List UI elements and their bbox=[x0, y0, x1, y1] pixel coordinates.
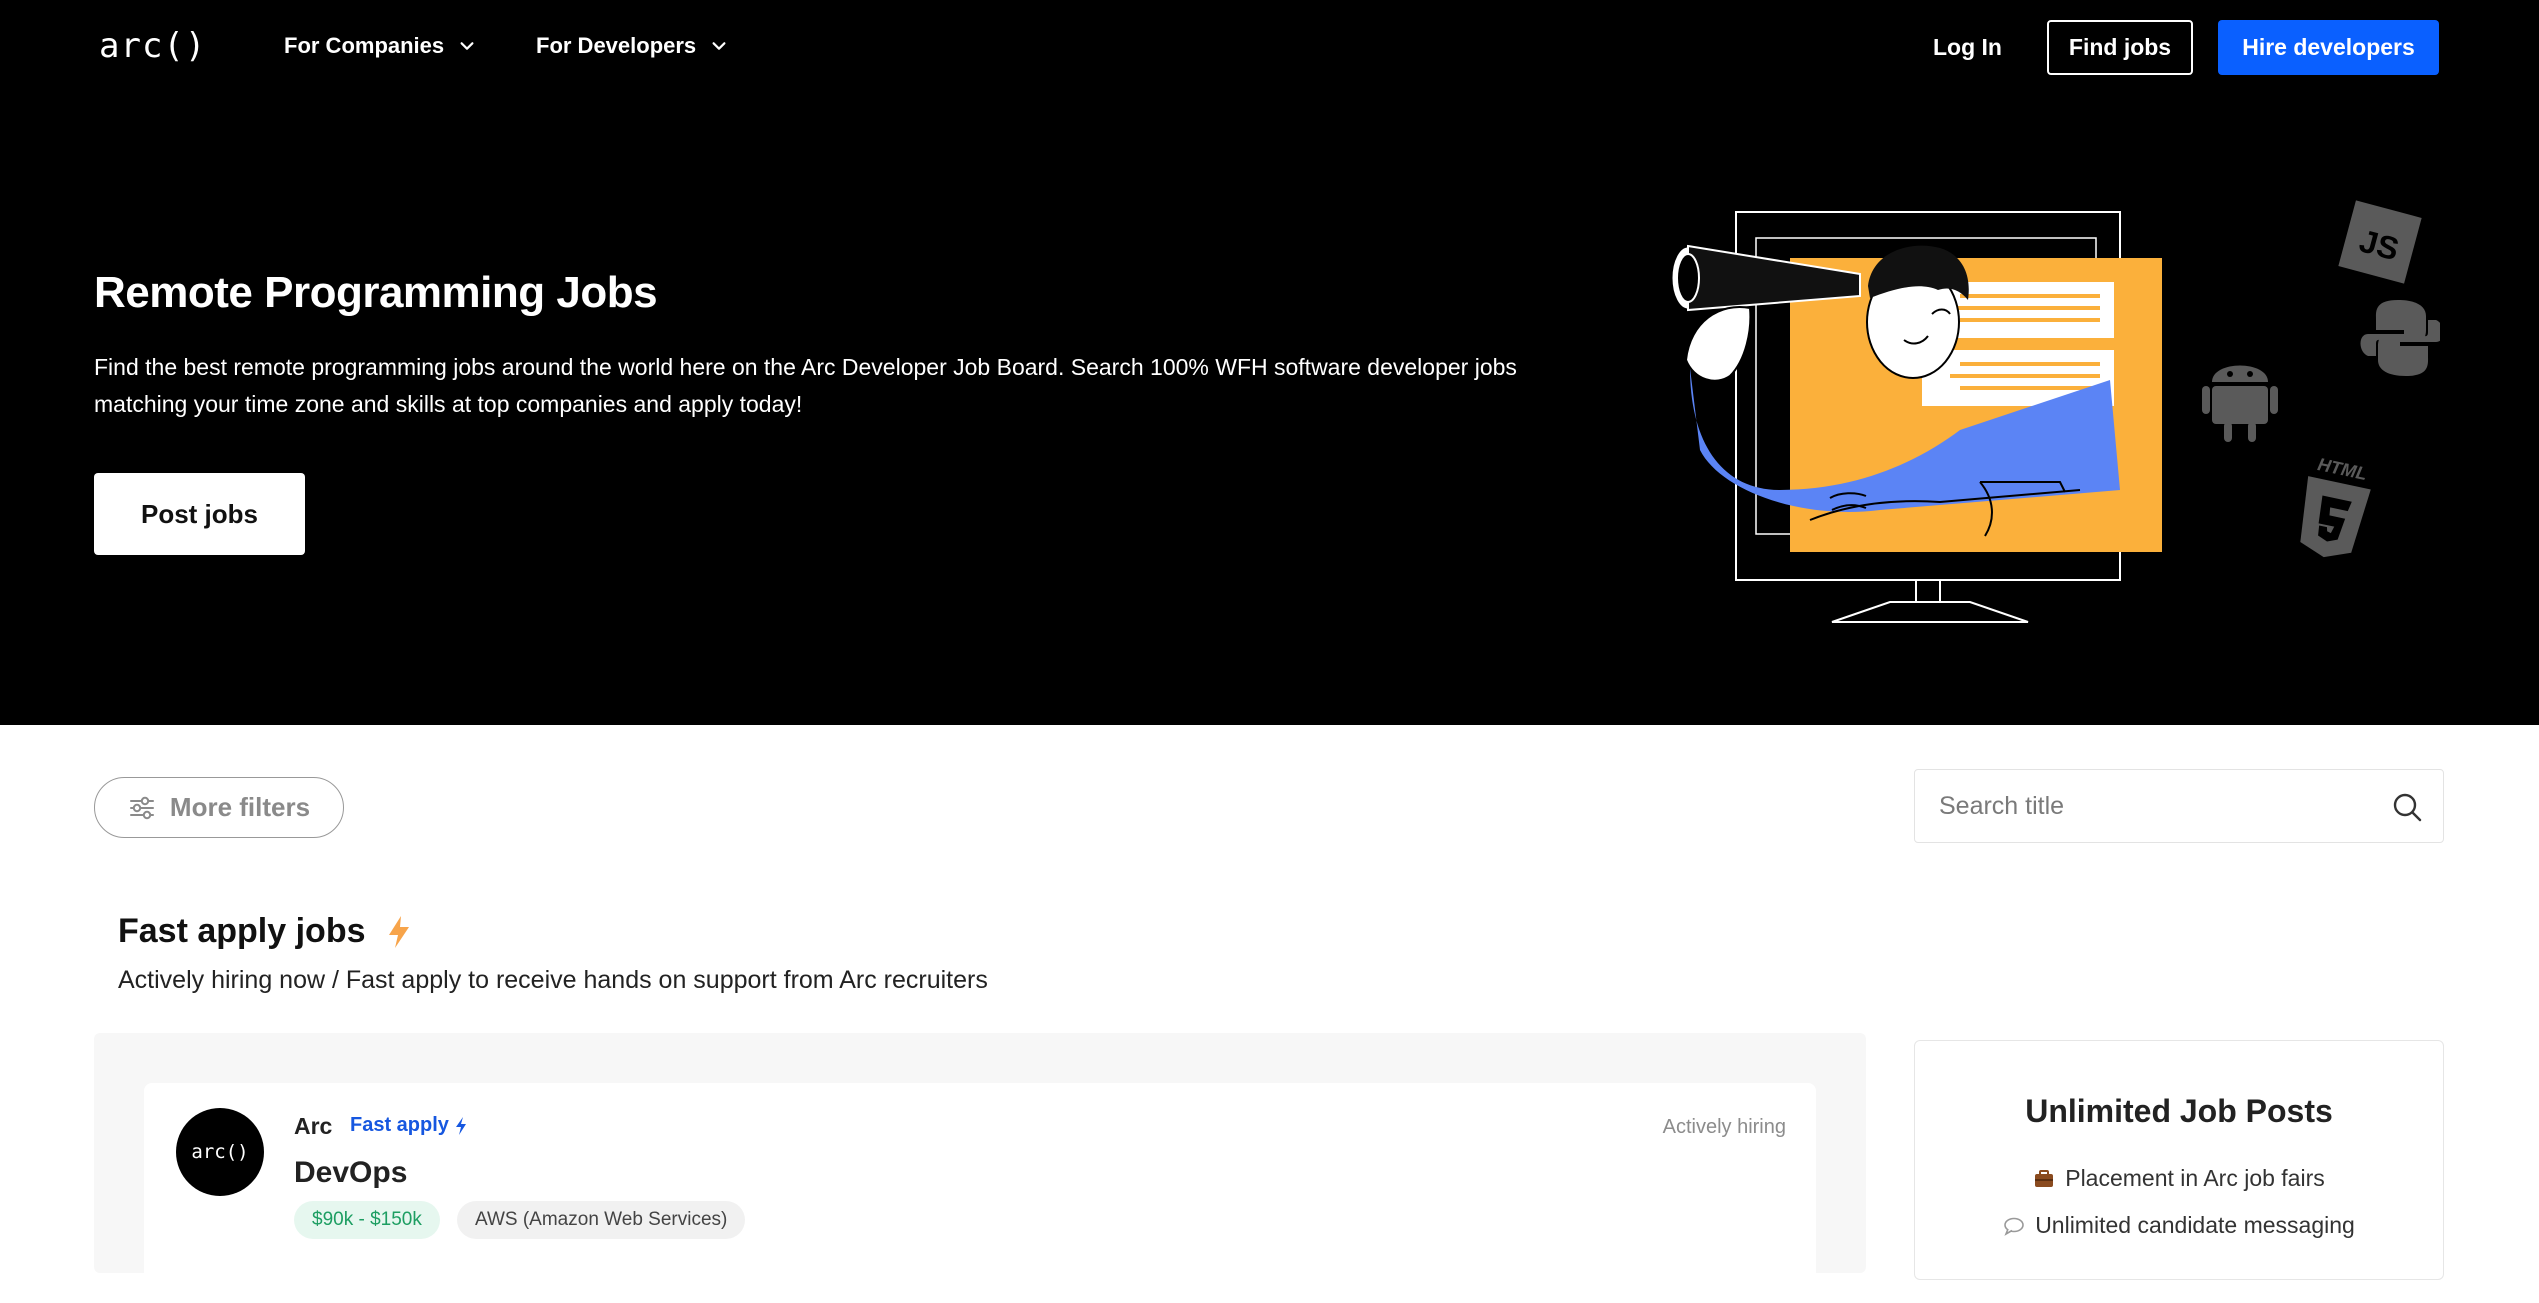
hero-section: arc() For Companies For Developers Log I… bbox=[0, 0, 2539, 725]
javascript-icon: JS bbox=[2338, 200, 2422, 284]
search-title-box bbox=[1914, 769, 2444, 843]
chevron-down-icon bbox=[460, 42, 474, 50]
unlimited-job-posts-card: Unlimited Job Posts Placement in Arc job… bbox=[1914, 1040, 2444, 1280]
hire-developers-button[interactable]: Hire developers bbox=[2218, 20, 2439, 75]
skill-tag[interactable]: AWS (Amazon Web Services) bbox=[457, 1201, 746, 1239]
promo-item: Unlimited candidate messaging bbox=[1915, 1212, 2443, 1239]
promo-item: Placement in Arc job fairs bbox=[1915, 1165, 2443, 1192]
promo-item-label: Unlimited candidate messaging bbox=[2035, 1212, 2355, 1238]
fast-apply-jobs-list: arc() Arc Fast apply Actively hiring Dev… bbox=[94, 1033, 1866, 1303]
hero-illustration: JS HTML bbox=[1669, 200, 2440, 623]
top-navbar: arc() For Companies For Developers Log I… bbox=[0, 0, 2539, 95]
job-card[interactable]: arc() Arc Fast apply Actively hiring Dev… bbox=[144, 1083, 1816, 1303]
fast-apply-heading: Fast apply jobs bbox=[118, 912, 412, 951]
briefcase-icon bbox=[2035, 1169, 2054, 1187]
nav-for-companies[interactable]: For Companies bbox=[284, 33, 476, 59]
bolt-icon bbox=[388, 915, 409, 948]
page-title: Remote Programming Jobs bbox=[94, 268, 658, 317]
find-jobs-button[interactable]: Find jobs bbox=[2047, 20, 2193, 75]
fast-apply-subtitle: Actively hiring now / Fast apply to rece… bbox=[118, 966, 988, 994]
arc-logo[interactable]: arc() bbox=[99, 26, 206, 66]
bolt-icon bbox=[455, 1116, 466, 1135]
search-icon[interactable] bbox=[2390, 790, 2424, 824]
html5-icon: HTML bbox=[2300, 454, 2371, 558]
promo-item-label: Placement in Arc job fairs bbox=[2065, 1165, 2325, 1191]
post-jobs-button[interactable]: Post jobs bbox=[94, 473, 305, 555]
company-name: Arc bbox=[294, 1113, 333, 1139]
filter-sliders-icon bbox=[129, 796, 154, 819]
more-filters-button[interactable]: More filters bbox=[94, 777, 344, 838]
job-title[interactable]: DevOps bbox=[294, 1156, 407, 1190]
promo-title: Unlimited Job Posts bbox=[2025, 1093, 2333, 1129]
fast-apply-badge: Fast apply bbox=[350, 1114, 467, 1137]
login-link[interactable]: Log In bbox=[1933, 34, 2002, 61]
nav-for-developers[interactable]: For Developers bbox=[536, 33, 728, 59]
nav-for-developers-label: For Developers bbox=[536, 33, 697, 58]
android-icon bbox=[2202, 365, 2278, 442]
more-filters-label: More filters bbox=[169, 792, 311, 822]
chat-bubble-icon bbox=[2004, 1217, 2024, 1236]
python-icon bbox=[2360, 300, 2440, 376]
fast-apply-badge-label: Fast apply bbox=[350, 1114, 449, 1136]
nav-for-companies-label: For Companies bbox=[284, 33, 445, 58]
fast-apply-title: Fast apply jobs bbox=[118, 912, 366, 950]
salary-tag: $90k - $150k bbox=[294, 1201, 440, 1239]
hero-description: Find the best remote programming jobs ar… bbox=[94, 354, 1517, 417]
search-title-input[interactable] bbox=[1939, 770, 2379, 842]
company-avatar: arc() bbox=[176, 1108, 264, 1196]
chevron-down-icon bbox=[712, 42, 726, 50]
hiring-status: Actively hiring bbox=[1662, 1116, 1786, 1138]
